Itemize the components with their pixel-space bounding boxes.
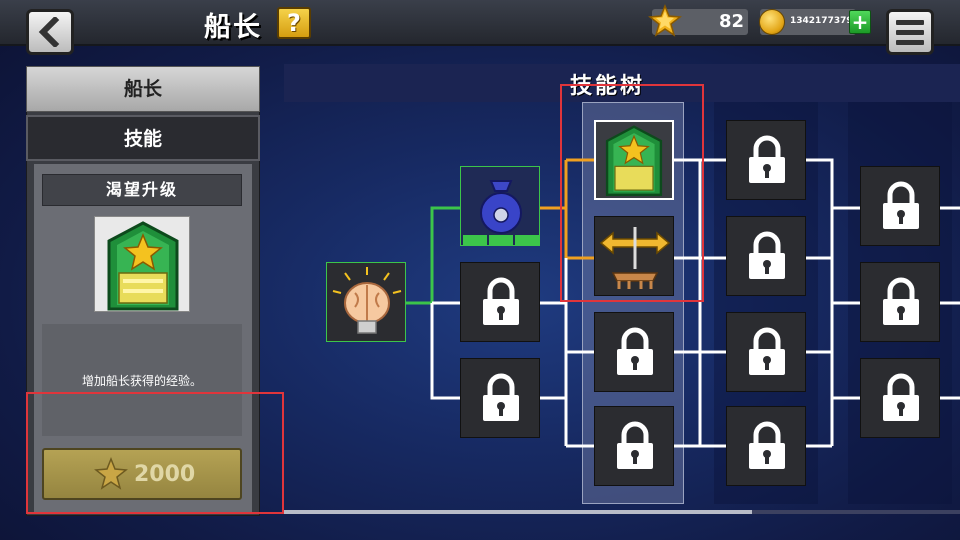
skill-node-brain[interactable] — [326, 262, 406, 342]
lock-icon — [617, 421, 653, 469]
lock-icon — [617, 327, 653, 375]
highlight-box — [26, 392, 284, 514]
highlight-box — [560, 84, 704, 302]
skill-node-locked[interactable] — [460, 262, 540, 342]
lock-icon — [883, 373, 919, 421]
money-bag-icon — [463, 180, 539, 245]
skill-node-locked[interactable] — [594, 406, 674, 486]
skill-node-locked[interactable] — [726, 216, 806, 296]
lock-icon — [749, 421, 785, 469]
lock-icon — [749, 135, 785, 183]
skill-node-locked[interactable] — [460, 358, 540, 438]
skill-node-locked[interactable] — [594, 312, 674, 392]
skill-node-locked[interactable] — [860, 262, 940, 342]
skill-node-locked[interactable] — [860, 166, 940, 246]
skill-node-locked[interactable] — [726, 312, 806, 392]
lock-icon — [749, 231, 785, 279]
scrollbar-thumb[interactable] — [284, 510, 752, 514]
skill-node-locked[interactable] — [726, 406, 806, 486]
skill-node-locked[interactable] — [860, 358, 940, 438]
lock-icon — [483, 373, 519, 421]
lock-icon — [883, 181, 919, 229]
lock-icon — [483, 277, 519, 325]
lock-icon — [749, 327, 785, 375]
lock-icon — [883, 277, 919, 325]
brain-lightbulb-icon — [332, 267, 402, 334]
skill-node-money-bag[interactable] — [460, 166, 540, 246]
skill-node-locked[interactable] — [726, 120, 806, 200]
